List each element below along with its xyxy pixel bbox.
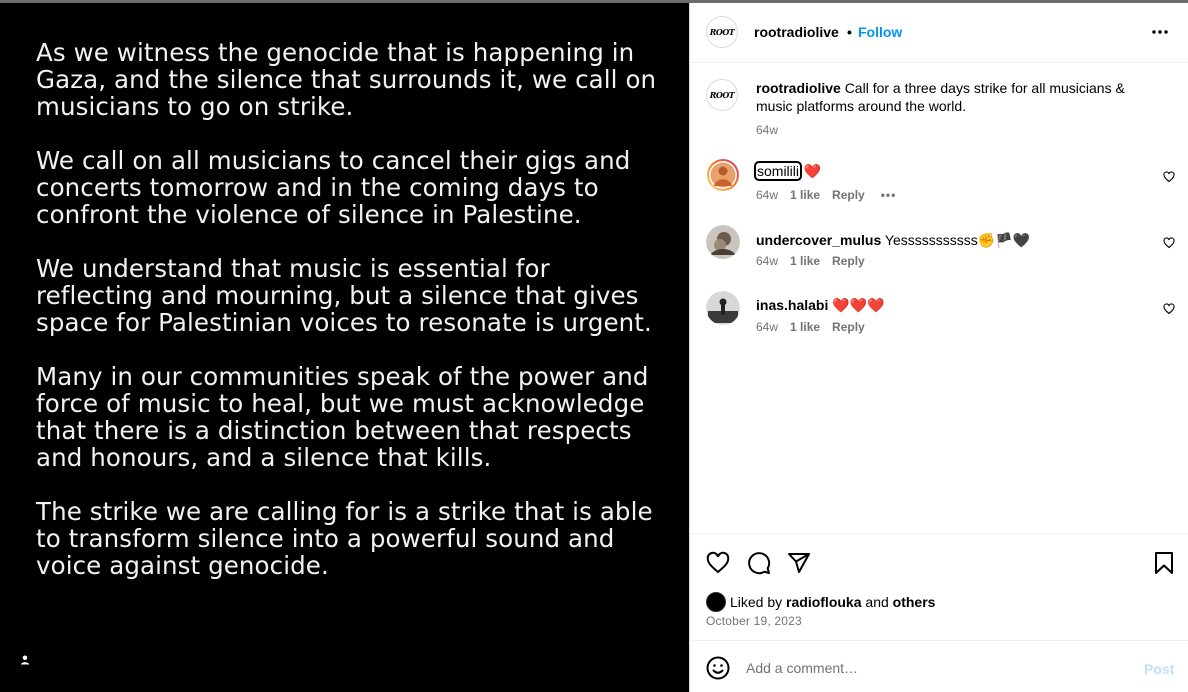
post-caption: rootradiolive Call for a three days stri… [756, 79, 1156, 115]
caption-avatar[interactable]: ROOT [706, 79, 738, 111]
comment-likes[interactable]: 1 like [790, 188, 820, 202]
comment-text: Yesssssssssss✊🏴🖤 [884, 232, 1031, 248]
avatar-photo-icon [706, 291, 740, 325]
comment-avatar-somilili[interactable] [706, 158, 740, 192]
comment-time[interactable]: 64w [756, 188, 778, 202]
comment-likes[interactable]: 1 like [790, 320, 820, 334]
post-actions: Liked by radioflouka and others October … [690, 533, 1188, 643]
comment-time[interactable]: 64w [756, 254, 778, 268]
comment-row: inas.halabi ❤️❤️❤️ [756, 297, 885, 314]
post-button[interactable]: Post [1144, 661, 1174, 677]
post-image: As we witness the genocide that is happe… [0, 3, 689, 692]
liked-by-others[interactable]: others [893, 594, 936, 610]
comment-like-icon[interactable] [1163, 171, 1175, 183]
heart-icon[interactable] [706, 551, 730, 575]
author-avatar-text: ROOT [709, 27, 735, 37]
liked-by-prefix: Liked by [730, 594, 783, 610]
comment-text: ❤️❤️❤️ [832, 297, 885, 313]
comment-text: ❤️ [803, 163, 822, 179]
comment-meta: 64w 1 like Reply ••• [756, 188, 908, 202]
comment-avatar-inas-halabi[interactable] [706, 291, 740, 325]
image-paragraph-5: The strike we are calling for is a strik… [36, 497, 653, 580]
liked-by-user[interactable]: radioflouka [786, 594, 861, 610]
caption-avatar-text: ROOT [709, 90, 735, 100]
comment-more-button[interactable]: ••• [881, 188, 897, 202]
post-header: ROOT rootradiolive • Follow [690, 3, 1188, 63]
post-image-text: As we witness the genocide that is happe… [36, 39, 666, 606]
comment-username[interactable]: somilili [754, 161, 802, 181]
comment-like-icon[interactable] [1163, 303, 1175, 315]
post-side-panel: ROOT rootradiolive • Follow ROOT rootrad… [689, 3, 1188, 692]
image-paragraph-3: We understand that music is essential fo… [36, 254, 652, 337]
comment-meta: 64w 1 like Reply [756, 254, 877, 268]
reply-button[interactable]: Reply [832, 254, 865, 268]
comment-username[interactable]: undercover_mulus [756, 232, 881, 248]
image-paragraph-4: Many in our communities speak of the pow… [36, 362, 649, 472]
author-username[interactable]: rootradiolive [754, 24, 839, 40]
comment-row: somilili ❤️ [754, 161, 822, 181]
caption-username[interactable]: rootradiolive [756, 80, 841, 96]
author-avatar[interactable]: ROOT [706, 16, 738, 48]
comment-like-icon[interactable] [1163, 237, 1175, 249]
add-comment-bar: Post [690, 640, 1188, 692]
comment-likes[interactable]: 1 like [790, 254, 820, 268]
liked-by: Liked by radioflouka and others [706, 592, 935, 612]
comment-username[interactable]: inas.halabi [756, 297, 828, 313]
share-icon[interactable] [787, 551, 811, 575]
comment-icon[interactable] [747, 551, 771, 575]
header-separator: • [847, 24, 852, 40]
caption-time[interactable]: 64w [756, 123, 778, 137]
follow-button[interactable]: Follow [858, 24, 902, 40]
bookmark-icon[interactable] [1152, 551, 1176, 575]
emoji-icon[interactable] [706, 656, 730, 680]
image-paragraph-1: As we witness the genocide that is happe… [36, 38, 657, 121]
avatar-photo-icon [706, 225, 740, 259]
comment-input[interactable] [746, 657, 1126, 679]
liked-by-and: and [865, 594, 889, 610]
liked-by-avatar[interactable] [706, 592, 726, 612]
user-tag-icon[interactable] [16, 651, 34, 669]
caption-meta: 64w [756, 123, 790, 137]
image-paragraph-2: We call on all musicians to cancel their… [36, 146, 631, 229]
avatar-ring-icon [707, 159, 739, 191]
comment-row: undercover_mulus Yesssssssssss✊🏴🖤 [756, 232, 1030, 249]
reply-button[interactable]: Reply [832, 320, 865, 334]
post-date[interactable]: October 19, 2023 [706, 614, 802, 628]
comment-avatar-undercover-mulus[interactable] [706, 225, 740, 259]
comment-meta: 64w 1 like Reply [756, 320, 877, 334]
more-horizontal-icon[interactable] [1146, 23, 1174, 41]
reply-button[interactable]: Reply [832, 188, 865, 202]
comment-time[interactable]: 64w [756, 320, 778, 334]
